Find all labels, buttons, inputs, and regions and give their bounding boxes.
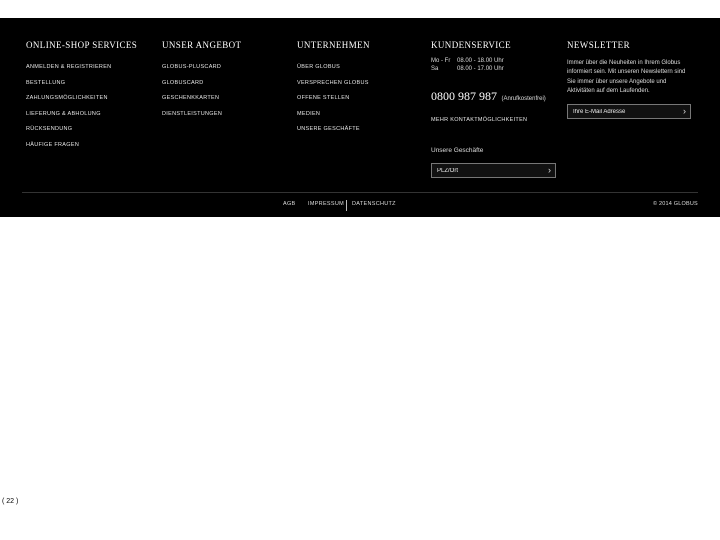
site-footer: ONLINE-SHOP SERVICES ANMELDEN & REGISTRI… bbox=[0, 18, 720, 217]
email-input[interactable] bbox=[568, 105, 674, 119]
column-heading: NEWSLETTER bbox=[567, 40, 630, 50]
footer-column-newsletter: NEWSLETTER Immer über die Neuheiten in I… bbox=[567, 40, 691, 120]
newsletter-signup-box: › bbox=[567, 104, 691, 120]
page-number: ( 22 ) bbox=[2, 498, 19, 505]
phone-note: (Anrufkostenfrei) bbox=[501, 96, 546, 102]
copyright: © 2014 GLOBUS bbox=[653, 201, 698, 207]
link-geschenkkarten[interactable]: GESCHENKKARTEN bbox=[162, 95, 241, 101]
link-versprechen-globus[interactable]: VERSPRECHEN GLOBUS bbox=[297, 80, 370, 86]
hours-day: Mo - Fr bbox=[431, 58, 451, 64]
link-ruecksendung[interactable]: RÜCKSENDUNG bbox=[26, 126, 137, 132]
chevron-right-icon[interactable]: › bbox=[548, 165, 551, 176]
link-dienstleistungen[interactable]: DIENSTLEISTUNGEN bbox=[162, 111, 241, 117]
opening-hours: Mo - Fr 08.00 - 18.00 Uhr Sa 08.00 - 17.00… bbox=[431, 58, 556, 73]
hours-day: Sa bbox=[431, 65, 439, 72]
stores-label: Unsere Geschäfte bbox=[431, 147, 484, 154]
link-mehr-kontaktmoeglichkeiten[interactable]: MEHR KONTAKTMÖGLICHKEITEN bbox=[431, 117, 556, 123]
chevron-right-icon[interactable]: › bbox=[683, 106, 686, 117]
link-unsere-geschaefte[interactable]: UNSERE GESCHÄFTE bbox=[297, 126, 370, 132]
link-globuscard[interactable]: GLOBUSCARD bbox=[162, 80, 241, 86]
footer-column-unternehmen: UNTERNEHMEN ÜBER GLOBUS VERSPRECHEN GLOB… bbox=[297, 40, 370, 142]
link-haeufige-fragen[interactable]: HÄUFIGE FRAGEN bbox=[26, 142, 137, 148]
link-globus-pluscard[interactable]: GLOBUS-PLUSCARD bbox=[162, 64, 241, 70]
hours-row: Mo - Fr 08.00 - 18.00 Uhr bbox=[431, 58, 556, 66]
link-lieferung-abholung[interactable]: LIEFERUNG & ABHOLUNG bbox=[26, 111, 137, 117]
footer-column-kundenservice: KUNDENSERVICE Mo - Fr 08.00 - 18.00 Uhr S… bbox=[431, 40, 556, 178]
divider bbox=[346, 200, 347, 211]
link-datenschutz[interactable]: DATENSCHUTZ bbox=[352, 201, 396, 207]
column-heading: KUNDENSERVICE bbox=[431, 40, 511, 50]
link-impressum[interactable]: IMPRESSUM bbox=[308, 201, 344, 207]
footer-column-unser-angebot: UNSER ANGEBOT GLOBUS-PLUSCARD GLOBUSCARD… bbox=[162, 40, 241, 126]
column-heading: UNSER ANGEBOT bbox=[162, 40, 242, 50]
hours-time: 08.00 - 17.00 Uhr bbox=[457, 65, 504, 72]
store-search-box: › bbox=[431, 163, 556, 178]
divider bbox=[22, 192, 698, 193]
link-medien[interactable]: MEDIEN bbox=[297, 111, 370, 117]
phone-number[interactable]: 0800 987 987 bbox=[431, 89, 497, 103]
link-ueber-globus[interactable]: ÜBER GLOBUS bbox=[297, 64, 370, 70]
hours-row: Sa 08.00 - 17.00 Uhr bbox=[431, 66, 556, 74]
phone-line: 0800 987 987 (Anrufkostenfrei) bbox=[431, 87, 556, 105]
newsletter-description: Immer über die Neuheiten in Ihrem Globus… bbox=[567, 60, 686, 94]
column-heading: UNTERNEHMEN bbox=[297, 40, 370, 50]
footer-column-online-shop-services: ONLINE-SHOP SERVICES ANMELDEN & REGISTRI… bbox=[26, 40, 137, 157]
link-agb[interactable]: AGB bbox=[283, 201, 296, 207]
hours-time: 08.00 - 18.00 Uhr bbox=[457, 58, 504, 64]
link-bestellung[interactable]: BESTELLUNG bbox=[26, 80, 137, 86]
column-heading: ONLINE-SHOP SERVICES bbox=[26, 40, 138, 50]
link-zahlungsmoeglichkeiten[interactable]: ZAHLUNGSMÖGLICHKEITEN bbox=[26, 95, 137, 101]
zip-city-input[interactable] bbox=[432, 164, 539, 177]
page: ONLINE-SHOP SERVICES ANMELDEN & REGISTRI… bbox=[0, 0, 720, 540]
link-anmelden-registrieren[interactable]: ANMELDEN & REGISTRIEREN bbox=[26, 64, 137, 70]
link-offene-stellen[interactable]: OFFENE STELLEN bbox=[297, 95, 370, 101]
